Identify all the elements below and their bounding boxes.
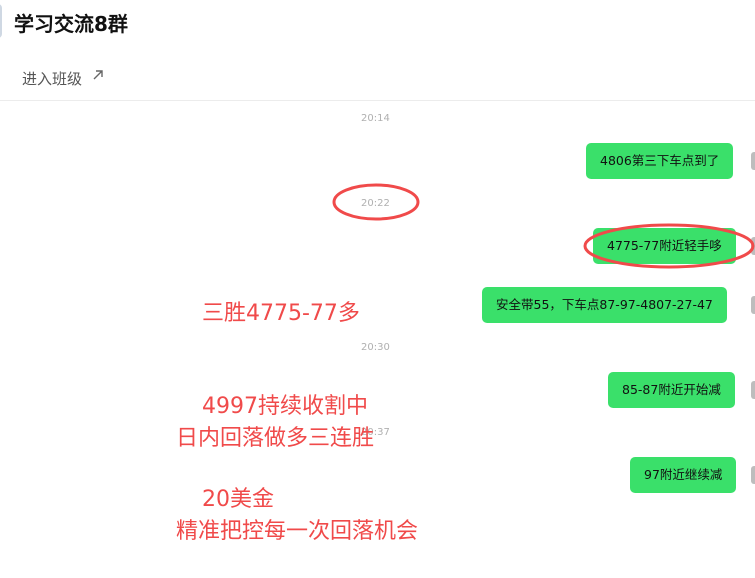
sender-avatar[interactable] xyxy=(751,296,755,314)
message-text: 85-87附近开始减 xyxy=(622,382,721,397)
message-bubble[interactable]: 安全带55，下车点87-97-4807-27-47 xyxy=(482,287,727,323)
annotation-line: 精准把控每一次回落机会 xyxy=(176,519,419,544)
sender-avatar[interactable] xyxy=(751,466,755,484)
message-bubble[interactable]: 97附近继续减 xyxy=(630,457,737,493)
arrow-up-right-icon[interactable] xyxy=(90,67,106,83)
group-avatar[interactable] xyxy=(0,4,2,38)
timestamp: 20:22 xyxy=(361,198,390,209)
message-text: 97附近继续减 xyxy=(644,467,723,482)
message-bubble[interactable]: 85-87附近开始减 xyxy=(608,372,735,408)
group-title: 学习交流8群 xyxy=(14,12,128,36)
message-text: 4806第三下车点到了 xyxy=(600,153,720,168)
message-bubble[interactable]: 4806第三下车点到了 xyxy=(586,143,734,179)
chat-header: 学习交流8群 进入班级 xyxy=(0,0,755,101)
annotation-block-2: 日内回落做多三连胜 精准把控每一次回落机会 xyxy=(176,361,418,578)
sender-avatar[interactable] xyxy=(751,237,755,255)
message-bubble[interactable]: 4775-77附近轻手哆 xyxy=(593,228,736,264)
annotation-line: 三胜4775-77多 xyxy=(202,301,360,326)
message-text: 4775-77附近轻手哆 xyxy=(607,238,722,253)
sender-avatar[interactable] xyxy=(751,152,755,170)
annotation-line: 日内回落做多三连胜 xyxy=(176,426,375,451)
timestamp: 20:14 xyxy=(361,113,390,124)
message-text: 安全带55，下车点87-97-4807-27-47 xyxy=(496,297,713,312)
enter-class-link[interactable]: 进入班级 xyxy=(22,68,82,89)
sender-avatar[interactable] xyxy=(751,381,755,399)
